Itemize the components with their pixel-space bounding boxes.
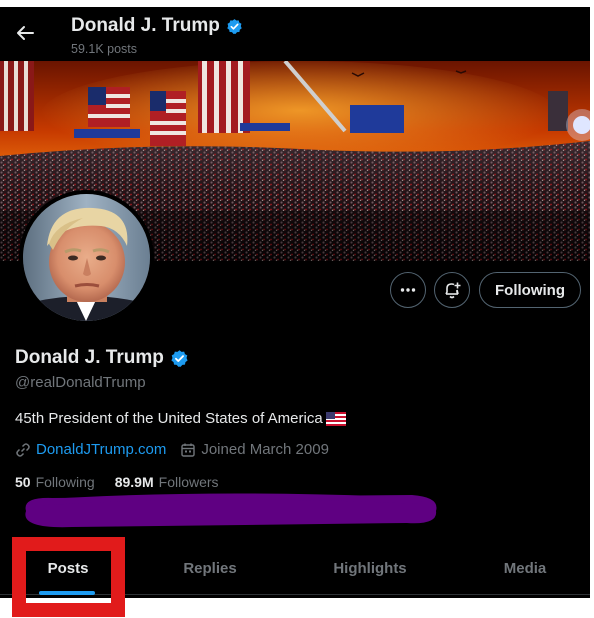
- tab-highlights[interactable]: Highlights: [310, 542, 430, 595]
- following-count: 50: [15, 474, 31, 490]
- joined-date: Joined March 2009: [201, 441, 329, 458]
- flag-3: [150, 91, 186, 146]
- top-header-bar: Donald J. Trump 59.1K posts: [0, 7, 590, 61]
- profile-page: Donald J. Trump 59.1K posts Following Do…: [0, 7, 590, 598]
- flag-2: [88, 87, 130, 127]
- bell-plus-icon: [445, 282, 461, 299]
- following-label: Following: [35, 474, 95, 490]
- website-item: DonaldJTrump.com: [15, 441, 166, 458]
- followers-label: Followers: [158, 474, 219, 490]
- follow-stats-row: 50 Following 89.9M Followers: [15, 474, 239, 490]
- flag-1: [0, 61, 34, 131]
- header-name: Donald J. Trump: [71, 15, 243, 37]
- flag-4: [198, 61, 250, 133]
- us-flag-icon: [325, 411, 346, 426]
- link-icon: [16, 442, 30, 457]
- profile-handle: @realDonaldTrump: [15, 374, 146, 391]
- banner-sign-3: [240, 123, 290, 131]
- profile-name: Donald J. Trump: [15, 347, 189, 369]
- redaction-scribble: [25, 493, 437, 528]
- profile-tabs: Posts Replies Highlights Media: [0, 542, 590, 595]
- profile-avatar[interactable]: [19, 190, 154, 325]
- tab-media[interactable]: Media: [480, 542, 570, 595]
- active-tab-indicator: [39, 591, 95, 595]
- banner-sign-1: [74, 129, 140, 138]
- verified-badge-icon: [227, 18, 242, 34]
- header-name-text: Donald J. Trump: [71, 15, 220, 36]
- more-options-button[interactable]: [390, 272, 426, 308]
- tab-posts[interactable]: Posts: [36, 542, 100, 595]
- header-post-count: 59.1K posts: [71, 42, 138, 56]
- calendar-icon: [181, 443, 196, 457]
- followers-count-link[interactable]: 89.9M Followers: [115, 474, 219, 490]
- screenshot: Donald J. Trump 59.1K posts Following Do…: [0, 0, 594, 618]
- following-count-link[interactable]: 50 Following: [15, 474, 95, 490]
- tab-replies[interactable]: Replies: [160, 542, 260, 595]
- avatar-portrait-image: [23, 194, 150, 321]
- profile-meta-row: DonaldJTrump.com Joined March 2009: [15, 441, 343, 458]
- website-link[interactable]: DonaldJTrump.com: [36, 441, 166, 458]
- profile-bio: 45th President of the United States of A…: [15, 410, 346, 427]
- verified-badge-icon[interactable]: [170, 349, 189, 368]
- notifications-button[interactable]: [434, 272, 470, 308]
- back-button[interactable]: [10, 18, 40, 48]
- joined-item: Joined March 2009: [180, 441, 329, 458]
- arrow-left-icon: [17, 26, 34, 40]
- profile-bio-text: 45th President of the United States of A…: [15, 410, 323, 427]
- banner-sign-2: [350, 105, 404, 133]
- profile-name-text: Donald J. Trump: [15, 347, 164, 368]
- more-dots-icon: [400, 288, 416, 292]
- following-button[interactable]: Following: [479, 272, 581, 308]
- followers-count: 89.9M: [114, 474, 154, 490]
